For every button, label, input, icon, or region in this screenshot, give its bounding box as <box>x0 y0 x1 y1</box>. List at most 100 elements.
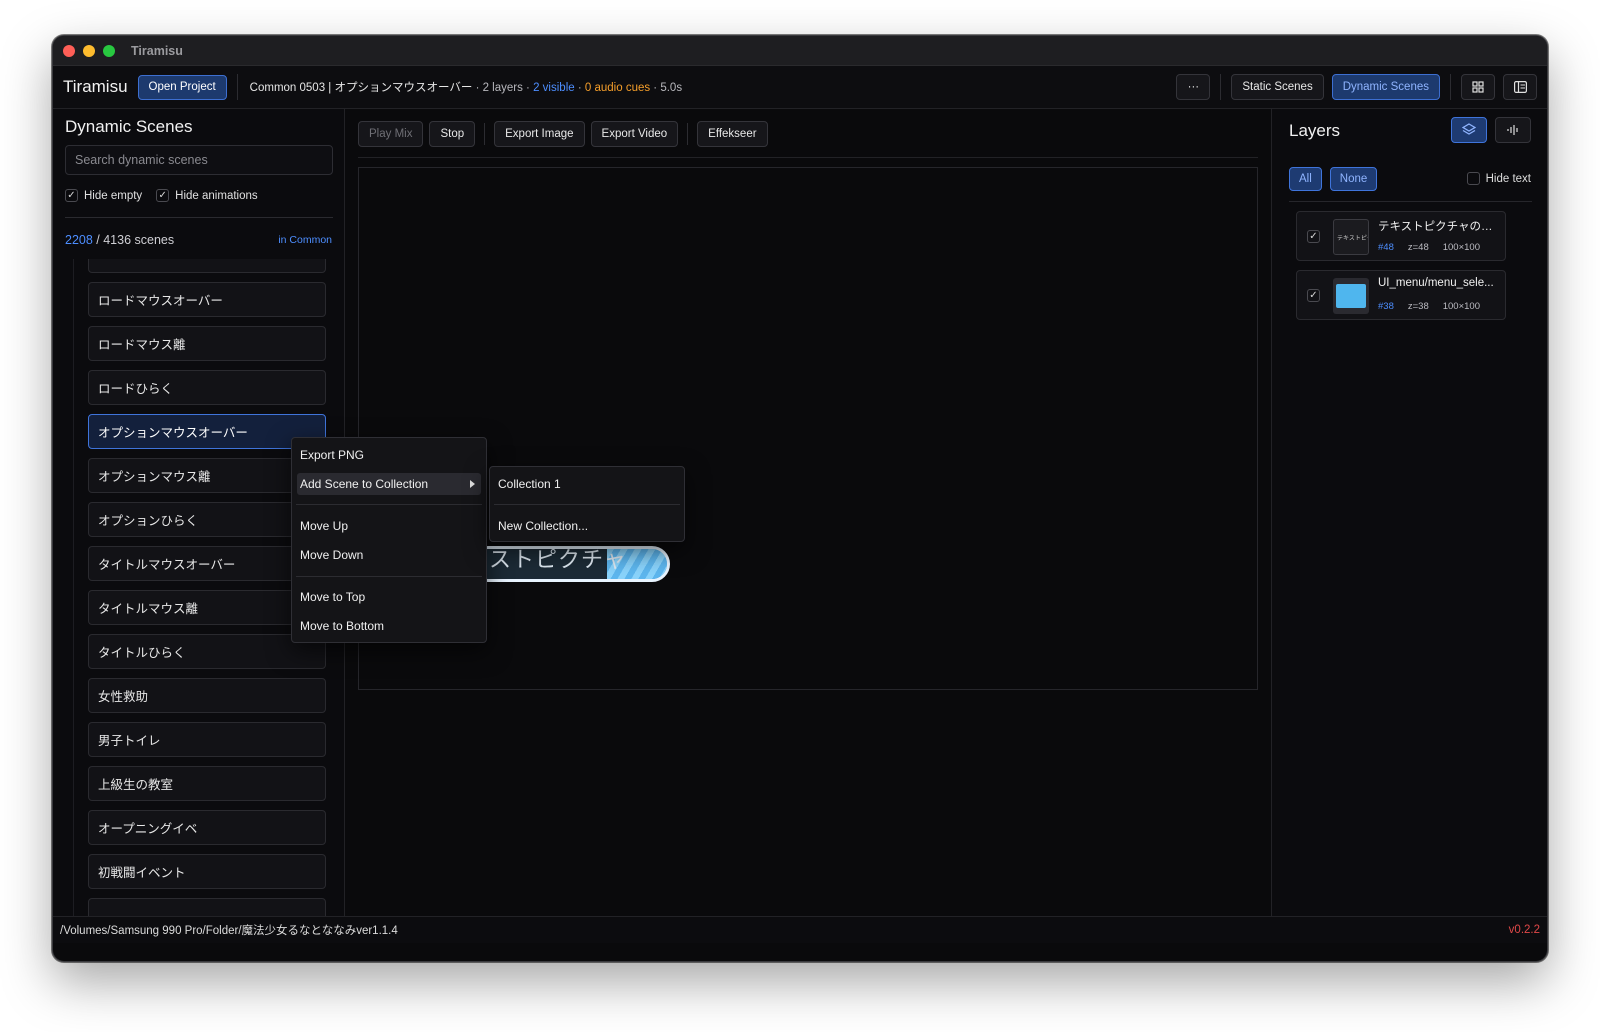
panel-layout-button[interactable] <box>1503 74 1537 100</box>
title-bar: Tiramisu <box>53 36 1547 66</box>
layer-name: テキストピクチャの設... <box>1378 221 1500 233</box>
collection-1-menu-item[interactable]: Collection 1 <box>495 473 679 495</box>
checkbox-unchecked-icon[interactable] <box>1466 172 1480 185</box>
collection-submenu: Collection 1 New Collection... <box>489 466 685 542</box>
window-title: Tiramisu <box>131 43 183 58</box>
scene-search-input[interactable]: Search dynamic scenes <box>65 145 333 175</box>
layer-visible-checkbox[interactable]: ✓ <box>1307 289 1320 302</box>
effekseer-button[interactable]: Effekseer <box>697 121 768 147</box>
layer-meta: #38 z=38 100×100 <box>1378 301 1480 312</box>
close-window-button[interactable] <box>63 44 75 57</box>
list-item[interactable]: 男子トイレ <box>88 722 326 757</box>
move-to-bottom-menu-item[interactable]: Move to Bottom <box>297 615 481 637</box>
app-brand: Tiramisu <box>63 77 128 96</box>
layer-item[interactable]: ✓ UI_menu/menu_sele... #38 z=38 100×100 <box>1296 270 1506 320</box>
total-count: / 4136 scenes <box>92 233 175 247</box>
menu-separator <box>296 504 482 505</box>
preview-toolbar: Play Mix Stop Export Image Export Video … <box>358 121 768 147</box>
scope-label[interactable]: in Common <box>278 234 332 246</box>
preview-text-layer: ストピクチャ <box>489 548 627 573</box>
play-mix-button[interactable]: Play Mix <box>358 121 424 147</box>
top-bar: Tiramisu Open Project Common 0503 | オプショ… <box>53 66 1547 109</box>
menu-separator <box>494 504 680 505</box>
scene-status: Common 0503 | オプションマウスオーバー · 2 layers · … <box>250 79 682 95</box>
list-item[interactable]: ロードマウスオーバー <box>88 282 326 317</box>
divider <box>484 123 486 145</box>
app-window: Tiramisu Tiramisu Open Project Common 05… <box>52 35 1548 962</box>
layer-size: 100×100 <box>1442 242 1480 253</box>
new-collection-menu-item[interactable]: New Collection... <box>495 515 679 537</box>
scene-context-menu: Export PNG Add Scene to Collection Move … <box>291 437 487 643</box>
menu-separator <box>296 576 482 577</box>
layers-panel: Layers All None Hide text ✓ テキストピクチャ テキス… <box>1271 109 1547 916</box>
add-to-collection-label: Add Scene to Collection <box>300 477 429 491</box>
divider <box>1450 74 1451 100</box>
layers-panel-tabs <box>1451 117 1531 143</box>
move-down-menu-item[interactable]: Move Down <box>297 544 481 566</box>
divider <box>1289 201 1532 202</box>
layer-z: z=48 <box>1407 242 1429 253</box>
separator-dot: · <box>574 82 585 94</box>
window-controls <box>63 44 115 57</box>
zoom-window-button[interactable] <box>103 44 115 57</box>
divider <box>358 157 1258 158</box>
export-video-button[interactable]: Export Video <box>590 121 679 147</box>
panel-title: Layers <box>1289 121 1341 140</box>
add-to-collection-menu-item[interactable]: Add Scene to Collection <box>297 473 481 495</box>
waveform-icon <box>1507 125 1518 135</box>
project-path: /Volumes/Samsung 990 Pro/Folder/魔法少女るなとな… <box>60 925 398 937</box>
checkbox-checked-icon[interactable]: ✓ <box>65 189 78 202</box>
checkbox-checked-icon[interactable]: ✓ <box>156 189 170 202</box>
layer-item[interactable]: ✓ テキストピクチャ テキストピクチャの設... #48 z=48 100×10… <box>1296 211 1506 261</box>
audio-tab-button[interactable] <box>1495 117 1531 143</box>
layers-tab-button[interactable] <box>1451 117 1487 143</box>
move-up-menu-item[interactable]: Move Up <box>297 515 481 537</box>
list-item[interactable]: ロードマウス離 <box>88 326 326 361</box>
more-options-button[interactable]: ··· <box>1176 74 1211 100</box>
export-png-menu-item[interactable]: Export PNG <box>297 444 481 466</box>
list-item[interactable] <box>88 898 326 916</box>
move-to-top-menu-item[interactable]: Move to Top <box>297 586 481 608</box>
scene-canvas[interactable]: ストピクチャ <box>358 167 1258 690</box>
list-item[interactable] <box>88 259 326 273</box>
grid-view-button[interactable] <box>1461 74 1495 100</box>
hide-animations-toggle[interactable]: ✓ Hide animations <box>156 189 258 202</box>
divider <box>687 123 689 145</box>
hide-text-toggle[interactable]: Hide text <box>1466 172 1531 185</box>
dynamic-scenes-button[interactable]: Dynamic Scenes <box>1331 74 1440 100</box>
layer-filter: All None <box>1289 167 1378 191</box>
layer-thumbnail <box>1333 278 1369 314</box>
divider <box>1220 74 1222 100</box>
export-image-button[interactable]: Export Image <box>494 121 585 147</box>
stop-button[interactable]: Stop <box>429 121 476 147</box>
list-item[interactable]: 上級生の教室 <box>88 766 326 801</box>
hide-empty-label: Hide empty <box>84 189 143 202</box>
divider <box>65 217 333 218</box>
top-bar-actions: ··· Static Scenes Dynamic Scenes <box>1176 74 1537 100</box>
minimize-window-button[interactable] <box>83 44 95 57</box>
list-item[interactable]: 初戦闘イベント <box>88 854 326 889</box>
hide-text-label: Hide text <box>1485 172 1531 185</box>
select-none-layers-button[interactable]: None <box>1329 167 1378 191</box>
list-item[interactable]: オープニングイベ <box>88 810 326 845</box>
layer-count: · 2 layers · <box>472 82 534 94</box>
layer-z: z=38 <box>1407 301 1429 312</box>
layer-visible-checkbox[interactable]: ✓ <box>1307 230 1320 243</box>
scene-filters: ✓ Hide empty ✓ Hide animations <box>65 189 258 202</box>
app-version: v0.2.2 <box>1508 924 1540 936</box>
submenu-arrow-icon <box>470 480 475 488</box>
layer-id: #38 <box>1378 301 1394 312</box>
layer-id: #48 <box>1378 242 1394 253</box>
panel-title: Dynamic Scenes <box>65 117 193 136</box>
hide-empty-toggle[interactable]: ✓ Hide empty <box>65 189 142 202</box>
layer-size: 100×100 <box>1442 301 1480 312</box>
open-project-button[interactable]: Open Project <box>137 74 227 100</box>
layer-name: UI_menu/menu_sele... <box>1378 277 1494 289</box>
scene-duration: · 5.0s <box>650 82 683 94</box>
list-item[interactable]: 女性救助 <box>88 678 326 713</box>
select-all-layers-button[interactable]: All <box>1289 167 1322 191</box>
shown-count: 2208 <box>65 233 93 247</box>
layers-icon <box>1462 123 1476 135</box>
static-scenes-button[interactable]: Static Scenes <box>1231 74 1324 100</box>
list-item[interactable]: ロードひらく <box>88 370 326 405</box>
